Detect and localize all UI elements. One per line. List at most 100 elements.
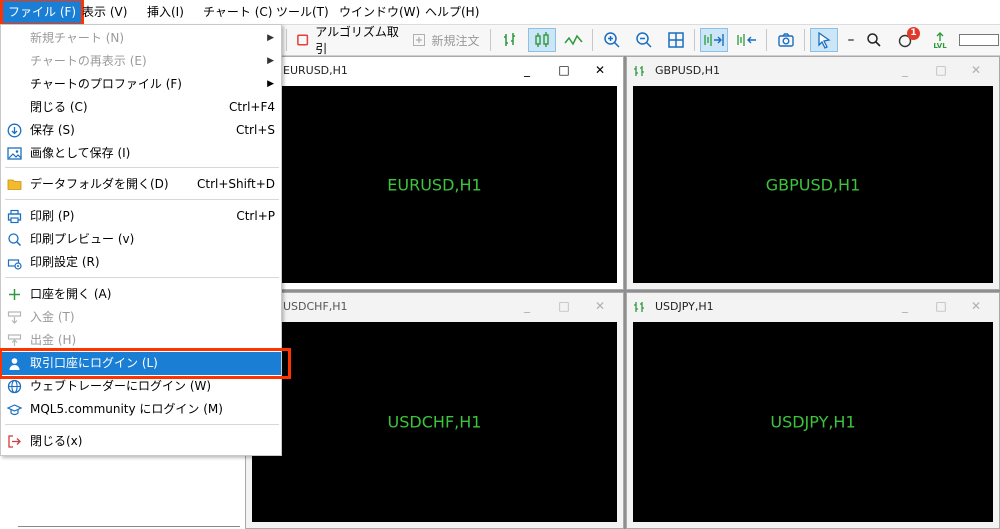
menu-file[interactable]: ファイル (F) bbox=[0, 0, 85, 26]
menu-item-label: 入金 (T) bbox=[30, 310, 75, 324]
chart-window-titlebar[interactable]: GBPUSD,H1 _ □ ✕ bbox=[627, 57, 999, 85]
menu-divider bbox=[5, 424, 279, 425]
chart-window-usdjpy[interactable]: USDJPY,H1 _ □ ✕ USDJPY,H1 bbox=[626, 292, 1000, 529]
exit-icon bbox=[8, 435, 21, 448]
new-order-label: 新規注文 bbox=[431, 33, 480, 48]
chart-window-eurusd[interactable]: EURUSD,H1 _ □ ✕ EURUSD,H1 bbox=[245, 56, 624, 290]
chart-window-title: GBPUSD,H1 bbox=[655, 64, 720, 77]
chart-window-titlebar[interactable]: USDCHF,H1 _ □ ✕ bbox=[246, 293, 623, 321]
printer-icon bbox=[7, 209, 22, 224]
toolbar: アルゴリズム取引 新規注文 – 1 LVL bbox=[282, 25, 1000, 56]
chart-window-title: USDCHF,H1 bbox=[283, 300, 348, 313]
minimize-icon[interactable]: _ bbox=[898, 63, 912, 77]
chart-window-usdchf[interactable]: USDCHF,H1 _ □ ✕ USDCHF,H1 bbox=[245, 292, 624, 529]
signals-button[interactable]: LVL bbox=[928, 28, 952, 52]
graduation-cap-icon bbox=[7, 404, 22, 416]
stop-square-icon bbox=[297, 34, 309, 46]
minimize-icon[interactable]: _ bbox=[898, 299, 912, 313]
menu-item-open-account[interactable]: 口座を開く (A) bbox=[1, 283, 281, 306]
chart-canvas[interactable]: GBPUSD,H1 bbox=[633, 86, 993, 283]
menu-item-close[interactable]: 閉じる (C) Ctrl+F4 bbox=[1, 96, 281, 119]
level-bar bbox=[958, 28, 1000, 52]
minimize-icon[interactable]: _ bbox=[520, 299, 534, 313]
screenshot-button[interactable] bbox=[774, 28, 798, 52]
chart-shift-button[interactable] bbox=[734, 28, 760, 52]
menu-item-print-preview[interactable]: 印刷プレビュー (v) bbox=[1, 228, 281, 251]
minimize-icon[interactable]: _ bbox=[520, 63, 534, 77]
menu-insert[interactable]: 挿入(I) bbox=[147, 0, 184, 24]
auto-scroll-button[interactable] bbox=[700, 28, 728, 52]
print-settings-icon bbox=[7, 259, 22, 270]
close-icon[interactable]: ✕ bbox=[593, 299, 607, 313]
close-icon[interactable]: ✕ bbox=[969, 299, 983, 313]
deposit-icon bbox=[7, 311, 22, 324]
menu-item-profiles[interactable]: チャートのプロファイル (F) ▶ bbox=[1, 73, 281, 96]
user-icon bbox=[9, 358, 20, 370]
search-icon bbox=[867, 33, 881, 47]
menu-divider bbox=[5, 277, 279, 278]
search-button[interactable] bbox=[862, 28, 886, 52]
maximize-icon[interactable]: □ bbox=[934, 299, 948, 313]
menu-view[interactable]: 表示 (V) bbox=[82, 0, 127, 24]
zoom-out-button[interactable] bbox=[632, 28, 656, 52]
crosshair-button[interactable]: – bbox=[844, 28, 858, 52]
grid-icon bbox=[668, 32, 684, 48]
chart-canvas[interactable]: USDJPY,H1 bbox=[633, 322, 993, 522]
picture-icon bbox=[7, 147, 22, 160]
chart-canvas[interactable]: USDCHF,H1 bbox=[252, 322, 617, 522]
maximize-icon[interactable]: □ bbox=[557, 63, 571, 77]
menu-charts[interactable]: チャート (C) bbox=[203, 0, 272, 24]
new-order-icon bbox=[413, 34, 426, 46]
zoom-in-button[interactable] bbox=[600, 28, 624, 52]
close-icon[interactable]: ✕ bbox=[969, 63, 983, 77]
chart-icon bbox=[634, 66, 644, 76]
chart-workspace: EURUSD,H1 _ □ ✕ EURUSD,H1 GBPUSD,H1 _ □ … bbox=[245, 56, 1000, 529]
dash-icon: – bbox=[847, 32, 855, 48]
notification-badge: 1 bbox=[907, 27, 920, 40]
chart-symbol-label: USDCHF,H1 bbox=[387, 412, 482, 432]
chart-canvas[interactable]: EURUSD,H1 bbox=[252, 86, 617, 283]
close-icon[interactable]: ✕ bbox=[593, 63, 607, 77]
cursor-button[interactable] bbox=[810, 28, 838, 52]
menu-item-label: データフォルダを開く(D) bbox=[30, 177, 169, 191]
line-chart-button[interactable] bbox=[562, 28, 586, 52]
menu-item-shortcut: Ctrl+Shift+D bbox=[197, 177, 275, 191]
menu-item-label: チャートの再表示 (E) bbox=[30, 54, 147, 68]
menu-item-login-mql5[interactable]: MQL5.community にログイン (M) bbox=[1, 398, 281, 421]
menu-item-print[interactable]: 印刷 (P) Ctrl+P bbox=[1, 205, 281, 228]
candlestick-button[interactable] bbox=[528, 28, 556, 52]
chart-symbol-label: EURUSD,H1 bbox=[387, 175, 482, 194]
submenu-arrow-icon: ▶ bbox=[267, 56, 274, 66]
menu-item-print-setup[interactable]: 印刷設定 (R) bbox=[1, 251, 281, 274]
menu-item-save[interactable]: 保存 (S) Ctrl+S bbox=[1, 119, 281, 142]
chart-window-gbpusd[interactable]: GBPUSD,H1 _ □ ✕ GBPUSD,H1 bbox=[626, 56, 1000, 290]
algo-trading-button[interactable]: アルゴリズム取引 bbox=[296, 25, 406, 56]
maximize-icon[interactable]: □ bbox=[934, 63, 948, 77]
menu-item-save-as-picture[interactable]: 画像として保存 (I) bbox=[1, 142, 281, 165]
algo-trading-label: アルゴリズム取引 bbox=[315, 25, 399, 56]
menu-item-deposit[interactable]: 入金 (T) bbox=[1, 306, 281, 329]
menu-item-new-chart[interactable]: 新規チャート (N) ▶ bbox=[1, 27, 281, 50]
menu-item-shortcut: Ctrl+P bbox=[236, 209, 275, 223]
menu-tools[interactable]: ツール(T) bbox=[276, 0, 329, 24]
new-order-button[interactable]: 新規注文 bbox=[410, 28, 482, 52]
menu-item-label: 印刷設定 (R) bbox=[30, 255, 100, 269]
menu-item-open-data-folder[interactable]: データフォルダを開く(D) Ctrl+Shift+D bbox=[1, 173, 281, 196]
chart-window-titlebar[interactable]: USDJPY,H1 _ □ ✕ bbox=[627, 293, 999, 321]
menu-item-login-webtrader[interactable]: ウェブトレーダーにログイン (W) bbox=[1, 375, 281, 398]
menu-help[interactable]: ヘルプ(H) bbox=[425, 0, 479, 24]
menu-item-exit[interactable]: 閉じる(x) bbox=[1, 430, 281, 453]
notifications-button[interactable]: 1 bbox=[894, 27, 920, 52]
camera-icon bbox=[778, 33, 794, 47]
chart-window-titlebar[interactable]: EURUSD,H1 _ □ ✕ bbox=[246, 57, 623, 85]
bar-chart-button[interactable] bbox=[498, 28, 522, 52]
maximize-icon[interactable]: □ bbox=[557, 299, 571, 313]
menu-item-reopen-chart[interactable]: チャートの再表示 (E) ▶ bbox=[1, 50, 281, 73]
menu-item-label: ウェブトレーダーにログイン (W) bbox=[30, 379, 212, 393]
menu-window[interactable]: ウインドウ(W) bbox=[339, 0, 420, 24]
cursor-arrow-icon bbox=[818, 31, 831, 49]
menu-item-login-trade-account[interactable]: 取引口座にログイン (L) bbox=[0, 348, 291, 379]
menu-bar: ファイル (F) 表示 (V) 挿入(I) チャート (C) ツール(T) ウイ… bbox=[0, 0, 1000, 26]
tile-windows-button[interactable] bbox=[664, 28, 688, 52]
withdrawal-icon bbox=[7, 334, 22, 346]
